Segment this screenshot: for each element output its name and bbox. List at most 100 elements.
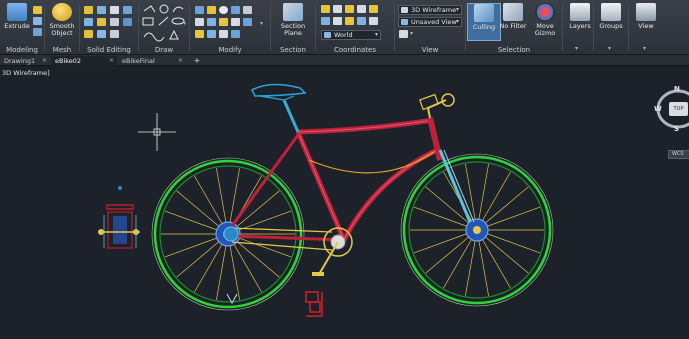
group-label-selection: Selection xyxy=(497,46,531,54)
fillet-icon[interactable] xyxy=(219,18,228,26)
coordinates-combo[interactable]: World ▾ xyxy=(321,30,381,40)
culling-icon xyxy=(474,4,494,22)
layers-button[interactable]: Layers xyxy=(563,3,597,41)
groups-button[interactable]: Groups xyxy=(594,3,628,41)
line-icon xyxy=(158,16,169,26)
rotate-icon[interactable] xyxy=(219,6,228,14)
move-gizmo-button[interactable]: Move Gizmo xyxy=(528,3,562,41)
slice-icon[interactable] xyxy=(123,6,132,14)
extrude-button[interactable]: Extrude xyxy=(0,3,34,41)
tab-label: Drawing1 xyxy=(4,57,36,65)
red-detail-part xyxy=(305,291,323,317)
visual-style-combo[interactable]: 3D Wireframe ▾ xyxy=(398,5,462,15)
exploded-hub-part xyxy=(98,186,140,249)
subtract-icon[interactable] xyxy=(97,6,106,14)
ucs-icon[interactable] xyxy=(321,5,330,13)
seat xyxy=(251,83,307,133)
ribbon-group-mesh: Smooth Object Mesh xyxy=(45,0,79,55)
smooth-object-button[interactable]: Smooth Object xyxy=(45,3,79,41)
ribbon-group-groups: Groups ▾ xyxy=(594,0,628,55)
revolve-icon[interactable] xyxy=(33,17,42,25)
view-panel-dropdown-icon[interactable]: ▾ xyxy=(643,45,646,52)
group-label-section: Section xyxy=(279,46,306,54)
mirror-icon[interactable] xyxy=(231,6,240,14)
viewport-config-dropdown-icon[interactable]: ▾ xyxy=(410,30,413,37)
extrude-label: Extrude xyxy=(4,22,30,30)
tab-ebikefinal[interactable]: eBikeFinal ✕ xyxy=(118,56,186,66)
new-tab-button[interactable]: + xyxy=(192,56,202,66)
ucs-3point-icon[interactable] xyxy=(357,17,366,25)
align-icon[interactable] xyxy=(231,30,240,38)
extend-icon[interactable] xyxy=(243,18,252,26)
close-icon[interactable]: ✕ xyxy=(42,56,47,66)
thicken-icon[interactable] xyxy=(97,30,106,38)
bicycle-model[interactable] xyxy=(0,67,689,339)
imprint-icon[interactable] xyxy=(123,18,132,26)
shell-icon[interactable] xyxy=(110,18,119,26)
erase-icon[interactable] xyxy=(219,30,228,38)
copy-icon[interactable] xyxy=(207,6,216,14)
offset-icon[interactable] xyxy=(195,30,204,38)
array-icon[interactable] xyxy=(207,18,216,26)
chevron-down-icon: ▾ xyxy=(374,31,378,38)
ucs-view-icon[interactable] xyxy=(321,17,330,25)
groups-dropdown-icon[interactable]: ▾ xyxy=(608,45,611,52)
ucs-face-icon[interactable] xyxy=(345,17,354,25)
group-label-mesh: Mesh xyxy=(52,46,72,54)
viewcube-top-face[interactable]: TOP xyxy=(669,102,688,116)
ucs-x-icon[interactable] xyxy=(345,5,354,13)
ribbon-group-view-panel: View ▾ xyxy=(629,0,663,55)
named-view-combo[interactable]: Unsaved View ▾ xyxy=(398,17,462,27)
compass-west-label[interactable]: W xyxy=(654,105,662,113)
close-icon[interactable]: ✕ xyxy=(178,56,183,66)
section-plane-label: Section Plane xyxy=(280,22,306,37)
ucs-origin-icon[interactable] xyxy=(333,5,342,13)
front-wheel xyxy=(400,153,554,307)
ribbon-group-coordinates: World ▾ Coordinates xyxy=(316,0,394,55)
draw-tools-icons[interactable] xyxy=(139,3,189,45)
compass-north-label[interactable]: N xyxy=(674,85,680,93)
intersect-icon[interactable] xyxy=(110,6,119,14)
explode-icon[interactable] xyxy=(207,30,216,38)
ucs-z-icon[interactable] xyxy=(369,5,378,13)
arc-icon xyxy=(172,6,184,13)
view-panel-button[interactable]: View xyxy=(629,3,663,41)
offset-edge-icon[interactable] xyxy=(110,30,119,38)
extract-edges-icon[interactable] xyxy=(84,18,93,26)
no-filter-button[interactable]: No Filter xyxy=(496,3,530,41)
union-icon[interactable] xyxy=(84,6,93,14)
tab-drawing1[interactable]: Drawing1 ✕ xyxy=(0,56,50,66)
ucs-y-icon[interactable] xyxy=(357,5,366,13)
ribbon-group-selection: Culling No Filter Move Gizmo Selection xyxy=(466,0,562,55)
stretch-icon[interactable] xyxy=(195,18,204,26)
section-plane-button[interactable]: Section Plane xyxy=(276,3,310,41)
ucs-zaxis-icon[interactable] xyxy=(369,17,378,25)
drawing-viewport[interactable]: 3D Wireframe] N W S TOP WCS xyxy=(0,67,689,339)
scale-icon[interactable] xyxy=(243,6,252,14)
fillet-edge-icon[interactable] xyxy=(97,18,106,26)
group-label-solid-editing: Solid Editing xyxy=(87,46,131,54)
trim-icon[interactable] xyxy=(231,18,240,26)
wcs-menu[interactable]: WCS xyxy=(668,150,689,159)
crosshair-cursor xyxy=(138,113,176,151)
modify-dropdown-icon[interactable]: ▾ xyxy=(260,20,263,27)
tab-ebike02[interactable]: eBike02 ✕ xyxy=(51,56,117,66)
separate-icon[interactable] xyxy=(84,30,93,38)
viewcube[interactable]: N W S TOP xyxy=(650,85,689,157)
compass-south-label[interactable]: S xyxy=(674,125,679,133)
named-view-value: Unsaved View xyxy=(411,18,457,26)
visual-style-value: 3D Wireframe xyxy=(411,6,457,14)
chevron-down-icon: ▾ xyxy=(455,18,459,25)
layers-dropdown-icon[interactable]: ▾ xyxy=(575,45,578,52)
move-icon[interactable] xyxy=(195,6,204,14)
draw-dropdown-icon[interactable]: ▾ xyxy=(183,20,186,27)
polyline-icon xyxy=(143,5,156,13)
viewport-config-icon[interactable] xyxy=(399,30,408,38)
close-icon[interactable]: ✕ xyxy=(109,56,114,66)
sweep-icon[interactable] xyxy=(33,28,42,36)
box-icon[interactable] xyxy=(33,6,42,14)
compass-ring-icon xyxy=(656,89,689,129)
ribbon-group-draw: ▾ Draw xyxy=(139,0,189,55)
ucs-object-icon[interactable] xyxy=(333,17,342,25)
chevron-down-icon: ▾ xyxy=(455,6,459,13)
